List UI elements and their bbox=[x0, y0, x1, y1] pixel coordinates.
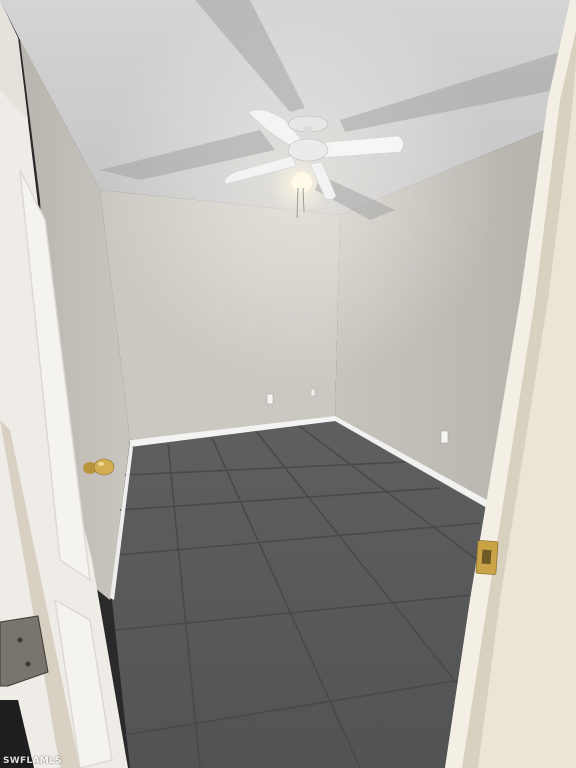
fan-light-bulb bbox=[292, 172, 312, 192]
watermark-text: SWFLAMLS bbox=[3, 756, 62, 766]
room-photo bbox=[0, 0, 576, 768]
fan-downrod bbox=[304, 126, 312, 140]
fan-motor bbox=[287, 138, 329, 162]
strike-plate bbox=[475, 540, 499, 575]
